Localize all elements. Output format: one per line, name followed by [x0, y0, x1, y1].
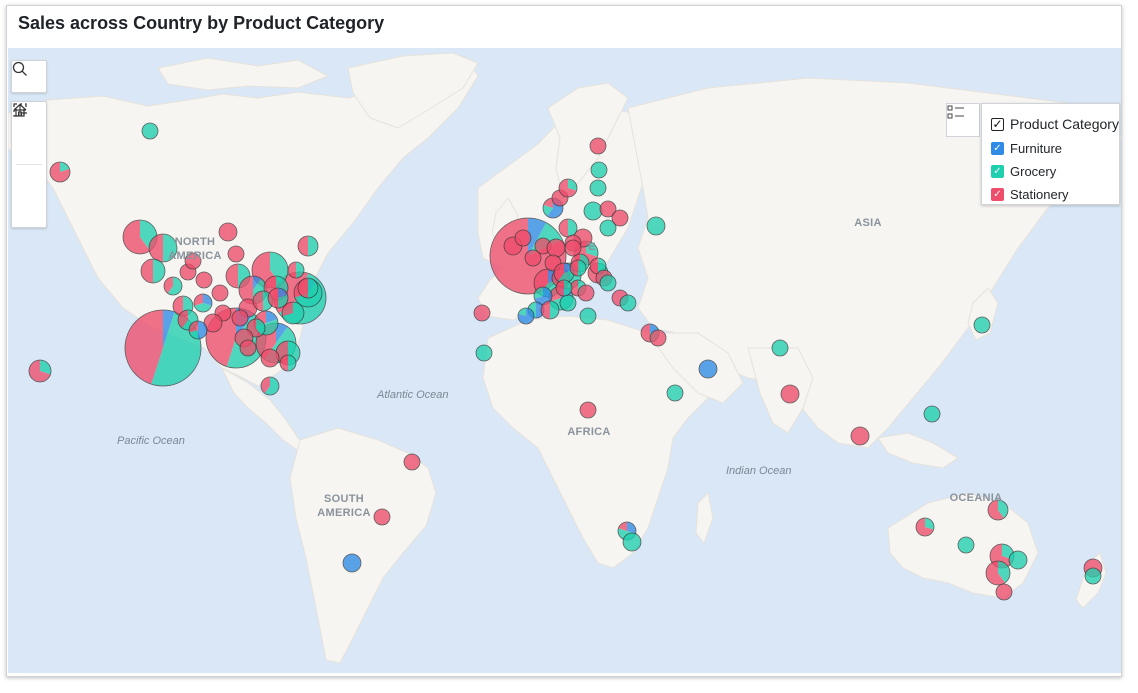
- country-bubble[interactable]: [973, 316, 991, 334]
- country-bubble[interactable]: [524, 249, 542, 267]
- country-bubble[interactable]: [218, 222, 238, 242]
- zoom-out-icon: [14, 109, 26, 111]
- country-bubble[interactable]: [193, 293, 213, 313]
- country-bubble[interactable]: [771, 339, 789, 357]
- country-bubble[interactable]: [646, 216, 666, 236]
- country-bubble[interactable]: [49, 161, 71, 183]
- country-bubble[interactable]: [373, 508, 391, 526]
- country-bubble[interactable]: [850, 426, 870, 446]
- country-bubble[interactable]: [583, 201, 603, 221]
- legend-item-label: Grocery: [1010, 164, 1057, 179]
- country-bubble[interactable]: [564, 239, 582, 257]
- country-bubble[interactable]: [140, 258, 166, 284]
- search-toolbar: [11, 60, 47, 93]
- map-canvas[interactable]: [8, 48, 1122, 673]
- chart-card: Sales across Country by Product Category: [6, 5, 1122, 677]
- country-bubble[interactable]: [589, 179, 607, 197]
- country-bubble[interactable]: [579, 307, 597, 325]
- country-bubble[interactable]: [403, 453, 421, 471]
- legend-header[interactable]: ✓ Product Category: [991, 116, 1119, 132]
- country-bubble[interactable]: [957, 536, 975, 554]
- map-nav-toolbar: [11, 101, 47, 228]
- country-bubble[interactable]: [188, 320, 208, 340]
- country-bubble[interactable]: [995, 583, 1013, 601]
- country-bubble[interactable]: [287, 261, 305, 279]
- country-bubble[interactable]: [297, 235, 319, 257]
- country-bubble[interactable]: [260, 376, 280, 396]
- legend-item-stationery[interactable]: ✓ Stationery: [991, 187, 1069, 202]
- world-map[interactable]: NORTH AMERICA SOUTH AMERICA AFRICA ASIA …: [8, 48, 1122, 673]
- country-bubble[interactable]: [555, 279, 573, 297]
- land-india: [747, 347, 814, 434]
- legend-toggle-button[interactable]: [946, 103, 980, 137]
- zoom-in-button[interactable]: [12, 104, 46, 196]
- country-bubble[interactable]: [569, 259, 587, 277]
- country-bubble[interactable]: [281, 301, 305, 325]
- country-bubble[interactable]: [546, 238, 566, 258]
- land-se-asia-islands: [877, 432, 959, 469]
- country-bubble[interactable]: [579, 401, 597, 419]
- legend-header-checkbox[interactable]: ✓: [991, 117, 1004, 131]
- country-bubble[interactable]: [577, 284, 595, 302]
- box-select-button[interactable]: [12, 103, 46, 164]
- country-bubble[interactable]: [514, 229, 532, 247]
- legend-panel: ✓ Product Category ✓ Furniture ✓ Grocery…: [981, 103, 1120, 205]
- land-arctic-islands: [157, 57, 330, 91]
- country-bubble[interactable]: [473, 304, 491, 322]
- country-bubble[interactable]: [622, 532, 642, 552]
- country-bubble[interactable]: [239, 339, 257, 357]
- country-bubble[interactable]: [698, 359, 718, 379]
- country-bubble[interactable]: [297, 277, 319, 299]
- country-bubble[interactable]: [915, 517, 935, 537]
- country-bubble[interactable]: [148, 233, 178, 263]
- legend-item-label: Stationery: [1010, 187, 1069, 202]
- country-bubble[interactable]: [558, 178, 578, 198]
- search-icon: [12, 61, 27, 76]
- legend-checkbox-furniture[interactable]: ✓: [991, 142, 1004, 155]
- country-bubble[interactable]: [163, 276, 183, 296]
- country-bubble[interactable]: [342, 553, 362, 573]
- country-bubble[interactable]: [780, 384, 800, 404]
- country-bubble[interactable]: [985, 560, 1011, 586]
- country-bubble[interactable]: [227, 245, 245, 263]
- legend-header-label: Product Category: [1010, 116, 1119, 132]
- chart-title: Sales across Country by Product Category: [18, 13, 385, 33]
- legend-item-furniture[interactable]: ✓ Furniture: [991, 141, 1062, 156]
- land-madagascar: [695, 491, 714, 545]
- legend-item-label: Furniture: [1010, 141, 1063, 156]
- country-bubble[interactable]: [589, 137, 607, 155]
- country-bubble[interactable]: [540, 300, 560, 320]
- country-bubble[interactable]: [1084, 567, 1102, 585]
- country-bubble[interactable]: [195, 271, 213, 289]
- country-bubble[interactable]: [649, 329, 667, 347]
- country-bubble[interactable]: [260, 348, 280, 368]
- legend-checkbox-stationery[interactable]: ✓: [991, 188, 1004, 201]
- country-bubble[interactable]: [559, 294, 577, 312]
- country-bubble[interactable]: [558, 218, 578, 238]
- country-bubble[interactable]: [231, 309, 249, 327]
- country-bubble[interactable]: [517, 307, 535, 325]
- country-bubble[interactable]: [184, 252, 202, 270]
- country-bubble[interactable]: [987, 499, 1009, 521]
- country-bubble[interactable]: [666, 384, 684, 402]
- country-bubble[interactable]: [1008, 550, 1028, 570]
- country-bubble[interactable]: [619, 294, 637, 312]
- legend-list-icon: [947, 105, 964, 119]
- country-bubble[interactable]: [28, 359, 52, 383]
- country-bubble[interactable]: [599, 274, 617, 292]
- legend-checkbox-grocery[interactable]: ✓: [991, 165, 1004, 178]
- country-bubble[interactable]: [211, 284, 229, 302]
- country-bubble[interactable]: [475, 344, 493, 362]
- country-bubble[interactable]: [279, 354, 297, 372]
- country-bubble[interactable]: [141, 122, 159, 140]
- country-bubble[interactable]: [611, 209, 629, 227]
- search-button[interactable]: [12, 61, 46, 92]
- country-bubble[interactable]: [590, 161, 608, 179]
- legend-item-grocery[interactable]: ✓ Grocery: [991, 164, 1056, 179]
- zoom-out-button[interactable]: [12, 109, 46, 227]
- country-bubble[interactable]: [923, 405, 941, 423]
